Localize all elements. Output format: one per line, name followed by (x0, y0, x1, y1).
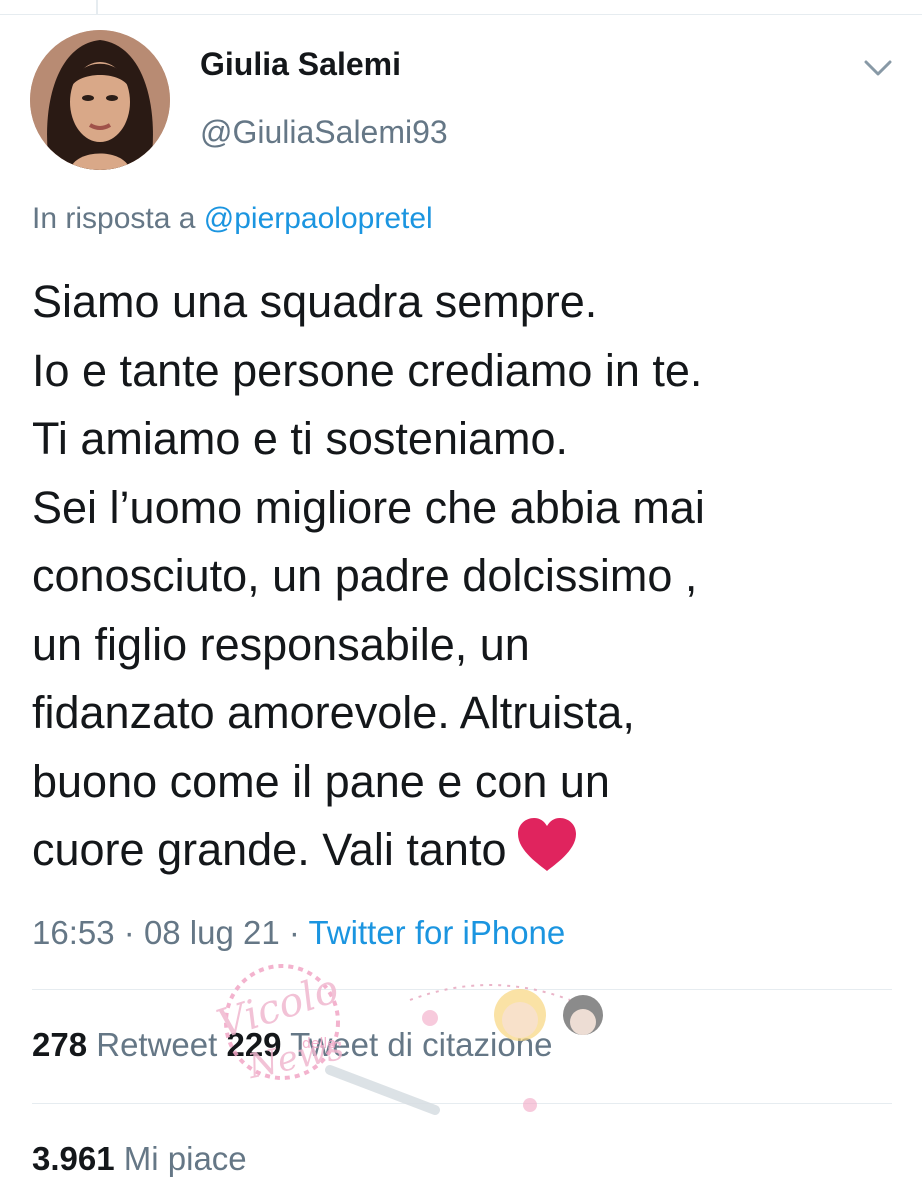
tweet-line: un figlio responsabile, un (32, 618, 530, 670)
tweet-line: conosciuto, un padre dolcissimo , (32, 550, 698, 601)
tweet-line: fidanzato amorevole. Altruista, (32, 687, 635, 738)
tweet-line: buono come il pane e con un (32, 755, 610, 807)
tweet-line-text: cuore grande. Vali tanto (32, 824, 507, 875)
top-divider-tick (96, 0, 98, 14)
reply-mention-link[interactable]: @pierpaolopretel (204, 202, 433, 235)
likes-label: Mi piace (123, 1140, 247, 1177)
tweet-date[interactable]: 08 lug 21 (144, 914, 280, 951)
profile-photo-icon (30, 30, 170, 170)
meta-separator: · (123, 914, 135, 951)
retweets-link[interactable]: 278 Retweet (32, 1026, 217, 1063)
quotes-label: Tweet di citazione (290, 1026, 553, 1063)
tweet-line-last: cuore grande. Vali tanto (32, 816, 902, 885)
chevron-down-icon[interactable] (860, 52, 896, 84)
likes-count: 3.961 (32, 1140, 115, 1177)
tweet-text: Siamo una squadra sempre. Io e tante per… (32, 268, 902, 885)
retweets-count: 278 (32, 1026, 88, 1063)
tweet-line: Sei l’uomo migliore che abbia mai (32, 481, 705, 533)
tweet-time[interactable]: 16:53 (32, 914, 115, 951)
quotes-count: 229 (226, 1026, 282, 1063)
quotes-link[interactable]: 229 Tweet di citazione (226, 1026, 552, 1063)
heart-icon (516, 817, 578, 873)
likes-stats[interactable]: 3.961 Mi piace (32, 1140, 247, 1178)
retweets-label: Retweet (96, 1026, 218, 1063)
retweet-stats: 278 Retweet 229 Tweet di citazione (32, 1026, 552, 1064)
tweet-source-link[interactable]: Twitter for iPhone (308, 914, 565, 951)
meta-separator: · (288, 914, 300, 951)
reply-prefix: In risposta a (32, 202, 196, 235)
author-display-name[interactable]: Giulia Salemi (200, 46, 401, 83)
avatar[interactable] (30, 30, 170, 170)
tweet-line: Io e tante persone crediamo in te. (32, 344, 703, 396)
stats-divider-top (32, 989, 892, 990)
author-handle[interactable]: @GiuliaSalemi93 (200, 114, 448, 151)
tweet-line: Ti amiamo e ti sosteniamo. (32, 413, 569, 464)
tweet-meta: 16:53 · 08 lug 21 · Twitter for iPhone (32, 914, 565, 952)
top-divider (0, 14, 922, 15)
stats-divider-middle (32, 1103, 892, 1104)
tweet-line: Siamo una squadra sempre. (32, 276, 598, 327)
reply-context: In risposta a @pierpaolopretel (32, 202, 433, 236)
